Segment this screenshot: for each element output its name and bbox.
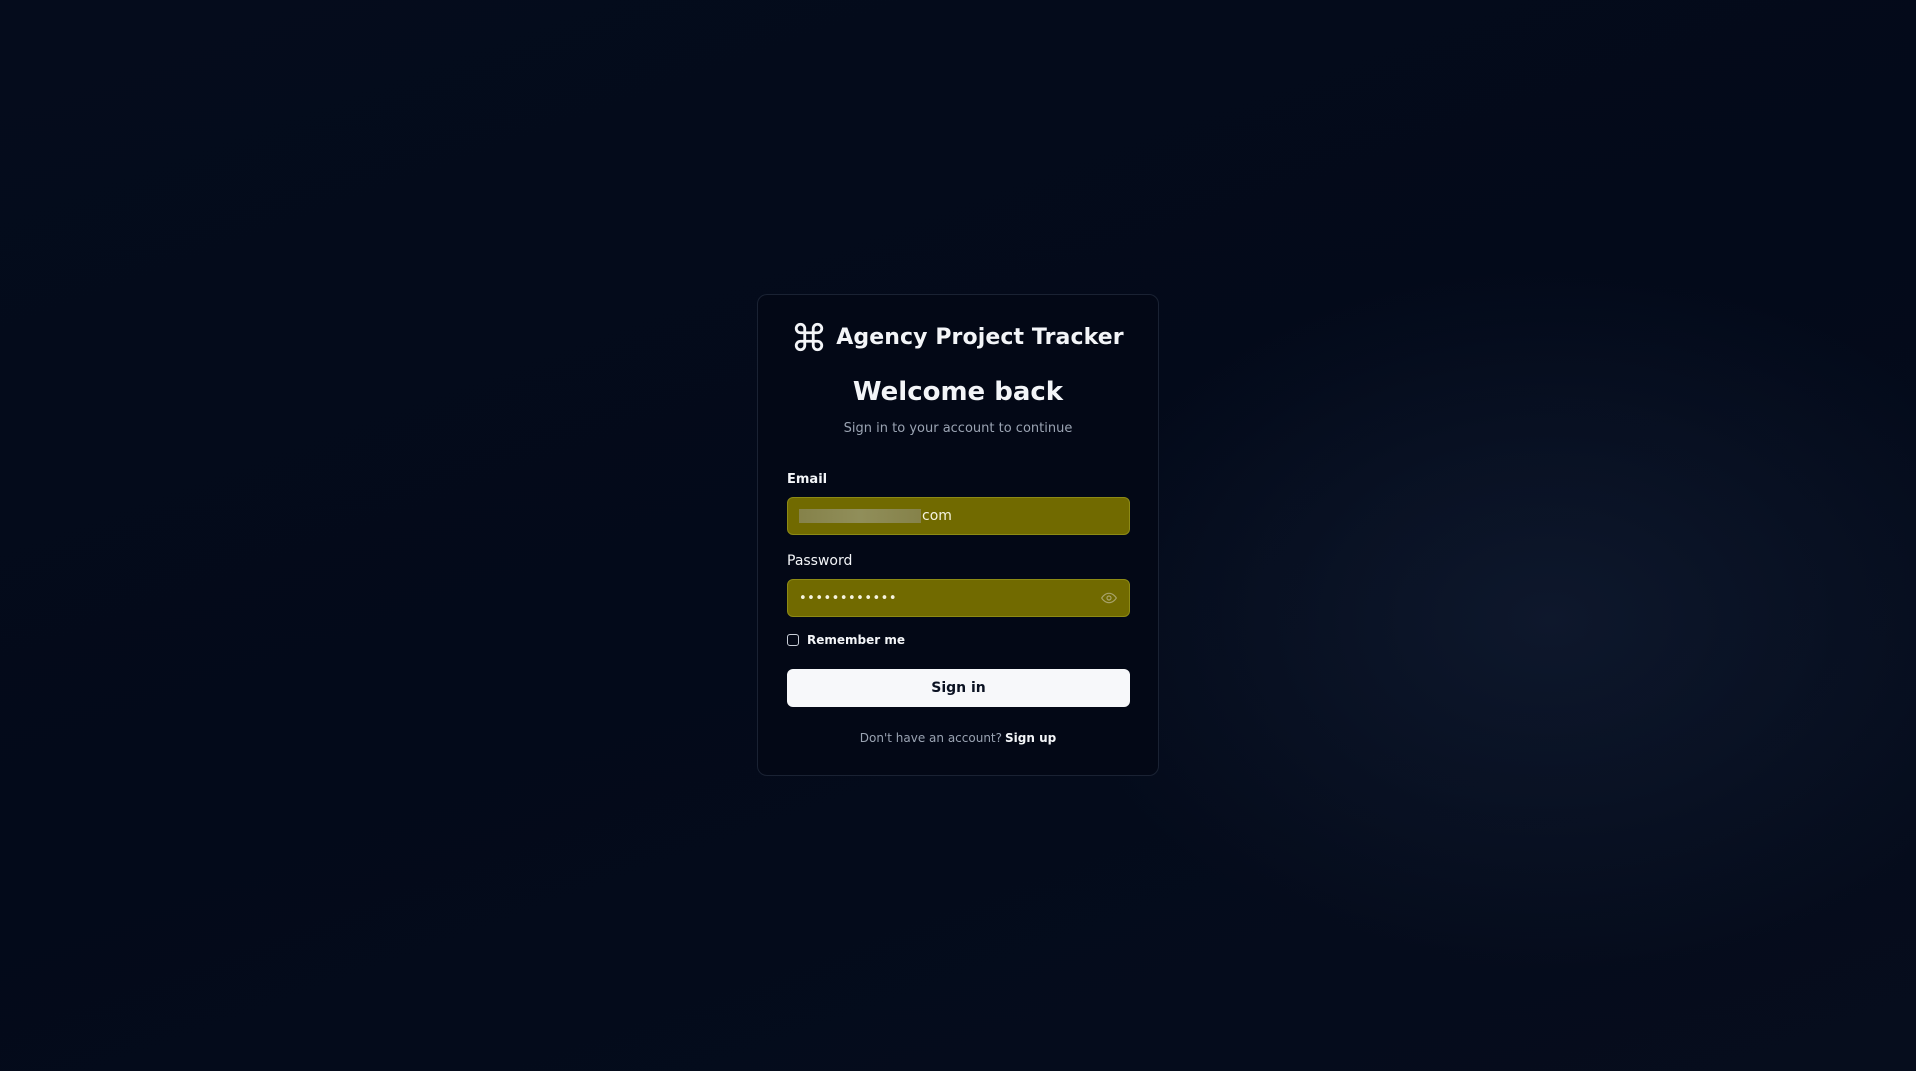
email-label: Email	[787, 472, 828, 487]
page-subtitle: Sign in to your account to continue	[843, 421, 1073, 436]
eye-icon[interactable]	[1099, 589, 1119, 607]
password-value: ••••••••••••	[799, 590, 898, 606]
signup-prompt: Don't have an account? Sign up	[758, 731, 1158, 745]
password-field[interactable]: ••••••••••••	[787, 579, 1130, 617]
remember-me[interactable]: Remember me	[787, 633, 905, 647]
password-label: Password	[787, 553, 853, 569]
remember-me-checkbox[interactable]	[787, 634, 799, 646]
remember-me-label[interactable]: Remember me	[807, 633, 905, 647]
command-icon	[792, 320, 826, 354]
email-value: com	[799, 508, 952, 524]
redacted-email-prefix	[799, 509, 921, 523]
login-page: Agency Project Tracker Welcome back Sign…	[0, 0, 1916, 1071]
brand-header: Agency Project Tracker	[758, 321, 1158, 353]
sign-up-link[interactable]: Sign up	[1005, 731, 1056, 745]
signup-prompt-text: Don't have an account?	[859, 731, 1002, 745]
sign-in-button[interactable]: Sign in	[787, 669, 1130, 707]
email-value-suffix: com	[922, 508, 952, 524]
app-name: Agency Project Tracker	[836, 324, 1124, 350]
page-title: Welcome back	[852, 377, 1064, 407]
login-card: Agency Project Tracker Welcome back Sign…	[757, 294, 1159, 776]
email-field[interactable]: com	[787, 497, 1130, 535]
